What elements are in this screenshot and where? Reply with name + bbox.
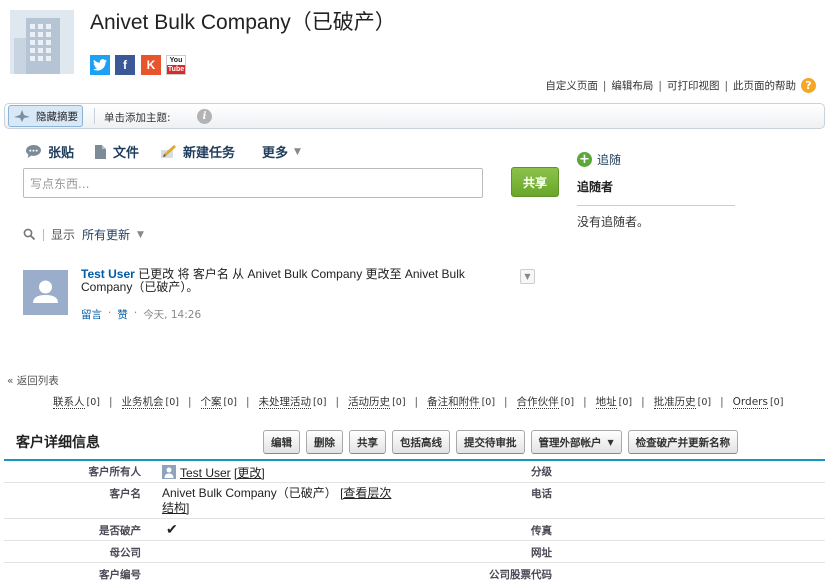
checkbox-checked-icon: ✔	[166, 521, 178, 537]
tab-file[interactable]: 文件	[94, 142, 139, 161]
youtube-icon[interactable]: You Tube	[166, 55, 186, 75]
twitter-icon[interactable]	[90, 55, 110, 75]
chatter-icon	[14, 110, 30, 122]
facebook-icon[interactable]: f	[115, 55, 135, 75]
search-icon[interactable]	[23, 228, 36, 241]
avatar[interactable]	[23, 270, 68, 315]
manage-external-account-button[interactable]: 管理外部帐户 ▼	[530, 430, 622, 454]
feed-item-text: Test User 已更改 将 客户名 从 Anivet Bulk Compan…	[81, 267, 465, 294]
detail-row: 母公司 网址	[4, 541, 825, 563]
related-link-count: [0]	[560, 397, 575, 408]
share-button[interactable]: 共享	[511, 167, 559, 197]
edit-layout-link[interactable]: 编辑布局	[611, 78, 653, 93]
feed-user-link[interactable]: Test User	[81, 267, 135, 281]
related-link-label: 个案	[200, 396, 222, 409]
related-list-links: 联系人 [0] | 业务机会 [0] | 个案 [0] | 未处理活动 [0] | 活动历史 [0] | 备注…	[53, 394, 784, 409]
follow-button[interactable]: + 追随	[577, 151, 621, 168]
related-link-label: 未处理活动	[258, 396, 312, 409]
like-link[interactable]: 赞	[117, 307, 128, 322]
related-link-label: Orders	[732, 395, 768, 409]
detail-row: 客户所有人 Test User [更改] 分级	[4, 461, 825, 483]
feed-item-actions: 留言 · 赞 · 今天, 14:26	[81, 307, 202, 322]
share-record-button[interactable]: 共享	[349, 430, 386, 454]
detail-row: 客户编号 公司股票代码	[99, 569, 552, 581]
section-title: 客户详细信息	[16, 435, 100, 451]
related-link-count: [0]	[313, 397, 327, 408]
detail-row: 客户名 Anivet Bulk Company（已破产） [查看层次结构] 电话	[4, 483, 825, 519]
edit-button[interactable]: 编辑	[263, 430, 300, 454]
related-link-count: [0]	[223, 397, 237, 408]
related-link-count: [0]	[165, 397, 179, 408]
info-icon[interactable]: i	[197, 109, 212, 124]
file-icon	[95, 144, 106, 159]
chevron-down-icon: ▼	[607, 437, 614, 447]
related-link-label: 合作伙伴	[516, 396, 559, 409]
klout-icon[interactable]: K	[141, 55, 161, 75]
related-link-label: 业务机会	[121, 396, 164, 409]
back-to-list-link[interactable]: « 返回列表	[7, 373, 59, 388]
chevron-down-icon[interactable]: ▼	[137, 230, 144, 240]
submit-approval-button[interactable]: 提交待审批	[456, 430, 525, 454]
account-name-value: Anivet Bulk Company（已破产）	[162, 486, 337, 500]
page-links: 自定义页面 | 编辑布局 | 可打印视图 | 此页面的帮助 ?	[545, 78, 816, 93]
related-link[interactable]: 批准历史 [0]	[653, 394, 712, 409]
related-link[interactable]: 联系人 [0]	[53, 394, 100, 409]
related-link-label: 活动历史	[348, 396, 391, 409]
related-link-label: 联系人	[53, 396, 85, 409]
user-icon	[162, 465, 176, 479]
related-link[interactable]: 业务机会 [0]	[121, 394, 179, 409]
related-link[interactable]: 未处理活动 [0]	[258, 394, 327, 409]
tab-more[interactable]: 更多 ▼	[262, 142, 301, 161]
check-bankruptcy-button[interactable]: 检查破产并更新名称	[627, 430, 739, 454]
related-link-label: 批准历史	[653, 396, 696, 409]
add-topic-label[interactable]: 单击添加主题:	[104, 110, 171, 125]
include-offline-button[interactable]: 包括高线	[392, 430, 450, 454]
tab-post[interactable]: 张贴	[25, 142, 74, 161]
related-link-label: 备注和附件	[427, 396, 480, 409]
related-link-count: [0]	[697, 397, 712, 408]
related-link-count: [0]	[392, 397, 406, 408]
plus-icon: +	[577, 152, 592, 167]
related-link[interactable]: 合作伙伴 [0]	[516, 394, 575, 409]
related-link-count: [0]	[481, 397, 496, 408]
followers-heading: 追随者	[577, 180, 614, 194]
feed-timestamp: 今天, 14:26	[143, 309, 202, 321]
comment-link[interactable]: 留言	[81, 307, 102, 322]
feed-item-menu[interactable]: ▼	[520, 269, 535, 284]
post-input[interactable]: 写点东西...	[23, 168, 483, 198]
help-icon[interactable]: ?	[801, 78, 816, 93]
customize-page-link[interactable]: 自定义页面	[545, 78, 598, 93]
change-owner-link[interactable]: [更改]	[234, 466, 265, 480]
related-link-count: [0]	[769, 396, 784, 408]
detail-buttons: 编辑 删除 共享 包括高线 提交待审批 管理外部帐户 ▼ 检查破产并更新名称	[263, 430, 739, 454]
account-logo	[10, 10, 74, 74]
delete-button[interactable]: 删除	[306, 430, 343, 454]
related-link[interactable]: 个案 [0]	[200, 394, 237, 409]
speech-bubble-icon	[26, 145, 41, 158]
feed-filter: 显示 所有更新 ▼	[23, 226, 144, 243]
related-link-label: 地址	[595, 396, 617, 409]
detail-row: 是否破产 ✔ 传真	[4, 519, 825, 541]
printable-view-link[interactable]: 可打印视图	[667, 78, 720, 93]
help-link[interactable]: 此页面的帮助	[733, 78, 796, 93]
related-link[interactable]: 活动历史 [0]	[348, 394, 406, 409]
related-link[interactable]: Orders [0]	[732, 395, 784, 409]
owner-link[interactable]: Test User	[180, 466, 231, 480]
tab-new-task[interactable]: 新建任务	[160, 142, 235, 161]
related-link-count: [0]	[86, 397, 100, 408]
related-link[interactable]: 备注和附件 [0]	[427, 394, 495, 409]
page-title: Anivet Bulk Company（已破产）	[90, 11, 396, 34]
related-link-count: [0]	[618, 397, 633, 408]
chevron-down-icon: ▼	[294, 146, 301, 157]
task-pencil-icon	[161, 145, 176, 158]
related-link[interactable]: 地址 [0]	[595, 394, 633, 409]
feed-filter-select[interactable]: 所有更新	[82, 226, 130, 243]
hide-summary-button[interactable]: 隐藏摘要	[8, 105, 83, 127]
no-followers-text: 没有追随者。	[577, 215, 650, 229]
